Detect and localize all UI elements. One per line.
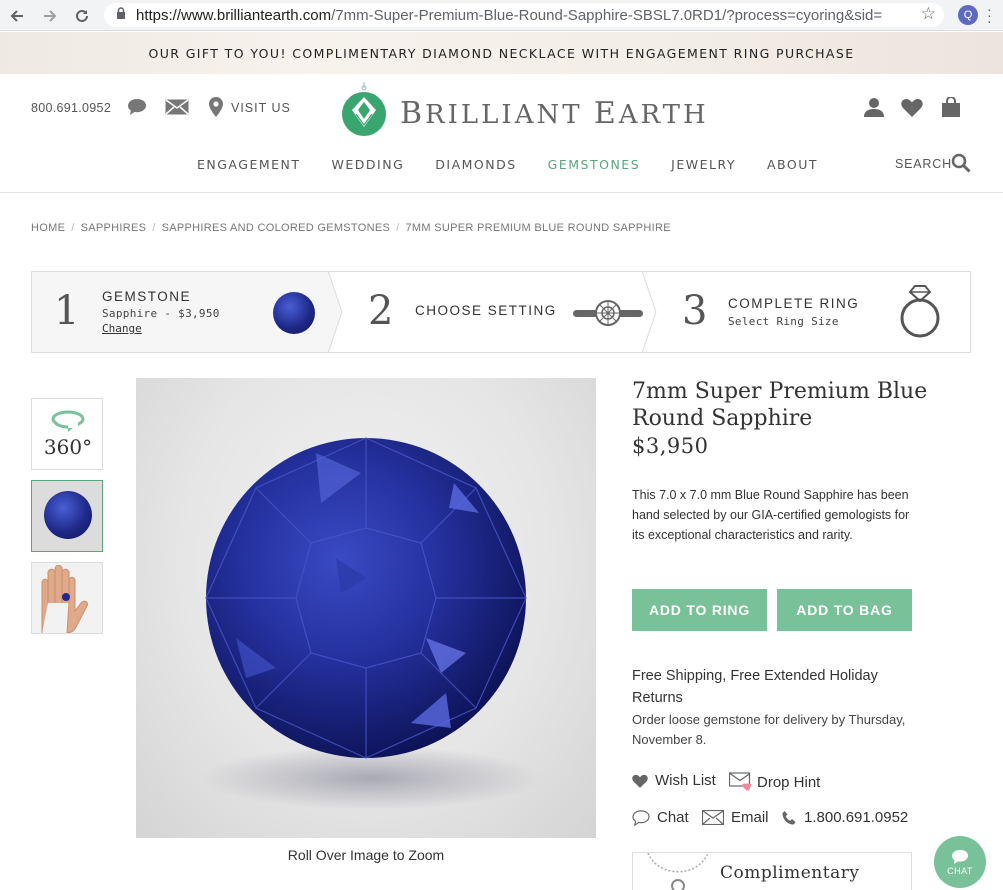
nav-engagement[interactable]: ENGAGEMENT	[197, 157, 301, 172]
heart-icon[interactable]	[901, 98, 923, 122]
browser-menu-icon[interactable]: · · ·	[987, 2, 992, 28]
step-divider-2	[642, 271, 657, 353]
necklace-image	[647, 853, 709, 890]
mail-icon[interactable]	[165, 99, 189, 120]
complimentary-necklace-card[interactable]: Complimentary	[632, 852, 912, 890]
bookmark-star-icon[interactable]: ☆	[921, 4, 936, 24]
product-title: 7mm Super Premium Blue Round Sapphire	[632, 379, 928, 431]
thumb-360-view[interactable]: 360°	[31, 398, 103, 470]
mail-heart-icon	[729, 772, 751, 791]
nav-diamonds[interactable]: DIAMONDS	[435, 157, 516, 172]
step-divider-1	[328, 271, 343, 353]
chat-bubble-icon[interactable]	[127, 98, 147, 121]
email-link[interactable]: Email	[702, 809, 769, 826]
address-bar[interactable]: https://www.brilliantearth.com/7mm-Super…	[104, 3, 944, 27]
map-pin-icon[interactable]	[209, 97, 223, 122]
url-text: https://www.brilliantearth.com/7mm-Super…	[136, 6, 883, 24]
product-price: $3,950	[632, 434, 709, 458]
wish-list-link[interactable]: Wish List	[632, 772, 716, 789]
chat-link[interactable]: Chat	[632, 809, 689, 826]
shipping-title: Free Shipping, Free Extended Holiday Ret…	[632, 668, 878, 706]
phone-link[interactable]: 1.800.691.0952	[781, 809, 908, 826]
breadcrumb-current: 7MM SUPER PREMIUM BLUE ROUND SAPPHIRE	[405, 222, 671, 234]
back-arrow-icon[interactable]	[6, 5, 28, 27]
forward-arrow-icon[interactable]	[39, 5, 61, 27]
breadcrumb: HOME / SAPPHIRES / SAPPHIRES AND COLORED G…	[31, 222, 671, 234]
drop-hint-link[interactable]: Drop Hint	[729, 772, 820, 792]
nav-jewelry[interactable]: JEWELRY	[671, 157, 736, 172]
lock-icon	[116, 6, 126, 24]
main-nav: ENGAGEMENT WEDDING DIAMONDS GEMSTONES JE…	[197, 157, 849, 172]
promo-banner-text: OUR GIFT TO YOU! COMPLIMENTARY DIAMOND N…	[148, 45, 855, 61]
add-to-ring-button[interactable]: ADD TO RING	[632, 589, 767, 631]
thumb-360-label: 360°	[43, 435, 93, 459]
brand-logo-mark[interactable]	[340, 82, 388, 136]
chat-label: Chat	[657, 809, 689, 826]
step-1-title: GEMSTONE	[102, 289, 192, 304]
header-phone[interactable]: 800.691.0952	[31, 101, 111, 115]
header-divider	[0, 192, 1003, 193]
reload-icon[interactable]	[71, 5, 93, 27]
shipping-subtitle: Order loose gemstone for delivery by Thu…	[632, 712, 906, 747]
step-3-summary: Select Ring Size	[728, 315, 839, 328]
step-3-number: 3	[682, 288, 708, 334]
breadcrumb-colored-gemstones[interactable]: SAPPHIRES AND COLORED GEMSTONES	[162, 222, 391, 234]
sapphire-image	[201, 437, 541, 810]
phone-label: 1.800.691.0952	[804, 809, 909, 826]
chat-widget-label: CHAT	[947, 865, 973, 876]
nav-gemstones[interactable]: GEMSTONES	[548, 157, 640, 172]
nav-about[interactable]: ABOUT	[767, 157, 818, 172]
step-1-gem-thumbnail	[273, 292, 315, 334]
search-icon[interactable]	[951, 153, 971, 178]
complimentary-card-title: Complimentary	[720, 863, 860, 883]
ring-icon	[898, 284, 942, 345]
account-icon[interactable]	[864, 97, 884, 122]
thumb-gem-photo[interactable]	[31, 480, 103, 552]
mail-icon	[702, 810, 724, 825]
step-1-number: 1	[54, 288, 80, 334]
wish-list-label: Wish List	[655, 772, 716, 789]
step-1-change-link[interactable]: Change	[102, 322, 142, 335]
shopping-bag-icon[interactable]	[941, 96, 961, 122]
promo-banner[interactable]: OUR GIFT TO YOU! COMPLIMENTARY DIAMOND N…	[0, 32, 1003, 74]
step-1-summary: Sapphire - $3,950	[102, 307, 220, 320]
rotate-360-icon	[51, 410, 85, 432]
heart-icon	[632, 774, 648, 788]
chat-widget-icon	[952, 849, 968, 864]
ring-setting-icon	[573, 298, 643, 333]
zoom-hint: Roll Over Image to Zoom	[287, 847, 445, 863]
step-3-title[interactable]: COMPLETE RING	[728, 296, 859, 311]
profile-avatar[interactable]: Q	[958, 5, 978, 25]
step-2-number: 2	[368, 288, 394, 334]
browser-toolbar: https://www.brilliantearth.com/7mm-Super…	[0, 0, 1003, 31]
breadcrumb-sapphires[interactable]: SAPPHIRES	[81, 222, 147, 234]
ring-builder-steps: 1 GEMSTONE Sapphire - $3,950 Change 2 CH…	[31, 271, 971, 353]
visit-us-link[interactable]: VISIT US	[231, 101, 291, 115]
product-description: This 7.0 x 7.0 mm Blue Round Sapphire ha…	[632, 488, 910, 542]
phone-icon	[782, 810, 796, 824]
step-2-title[interactable]: CHOOSE SETTING	[415, 303, 557, 318]
thumb-hand-photo[interactable]	[31, 562, 103, 634]
search-label: SEARCH	[895, 157, 952, 171]
add-to-bag-button[interactable]: ADD TO BAG	[777, 589, 912, 631]
email-label: Email	[731, 809, 769, 826]
chat-icon	[632, 809, 650, 826]
product-main-image[interactable]	[136, 378, 596, 838]
chat-widget-button[interactable]: CHAT	[934, 836, 986, 888]
search-link[interactable]: SEARCH	[895, 157, 952, 171]
brand-logo-text[interactable]: BRILLIANT EARTH	[400, 96, 709, 131]
drop-hint-label: Drop Hint	[757, 773, 821, 791]
nav-wedding[interactable]: WEDDING	[332, 157, 405, 172]
breadcrumb-home[interactable]: HOME	[31, 222, 65, 234]
